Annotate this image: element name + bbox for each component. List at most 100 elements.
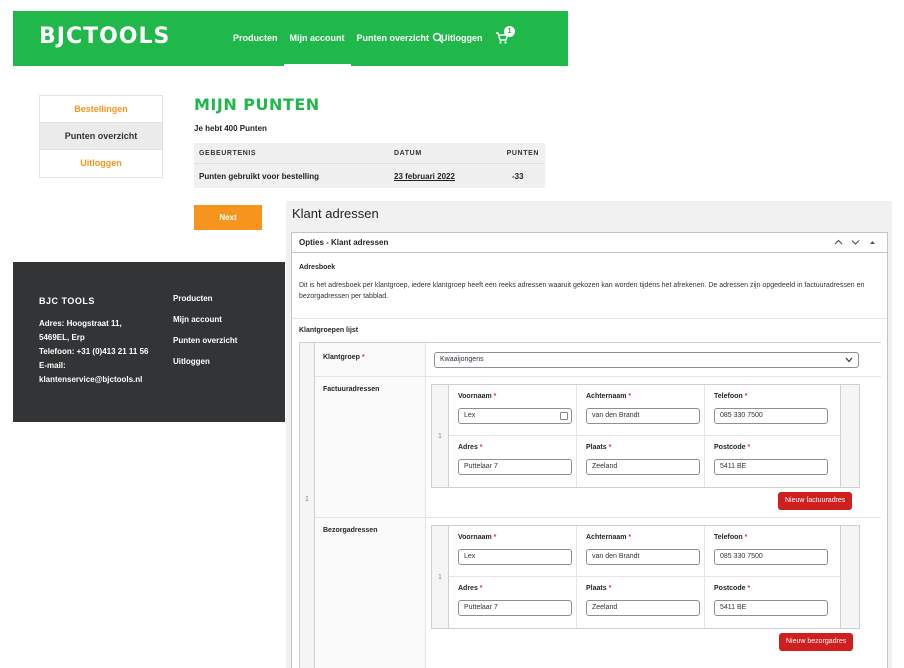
bezorg-telefoon-cell: Telefoon * 085 330 7500 (705, 526, 842, 577)
admin-page-title: Klant adressen (292, 206, 379, 221)
bezorg-achternaam-input[interactable]: van den Brandt (586, 549, 700, 565)
footer-email-label: E-mail: (39, 361, 66, 370)
cart-count-badge: 1 (504, 26, 515, 37)
bezorgadressen-label: Bezorgadressen (323, 527, 378, 534)
bezorg-row-index: 1 (438, 574, 442, 581)
bezorg-plaats-input[interactable]: Zeeland (586, 600, 700, 616)
required-marker: * (744, 534, 748, 541)
repeater-row-handle[interactable]: 1 (300, 343, 315, 668)
points-balance: Je hebt 400 Punten (194, 124, 267, 133)
footer-phone: Telefoon: +31 (0)413 21 11 56 (39, 347, 149, 356)
factuur-voornaam-cell: Voornaam * Lex (449, 385, 577, 436)
factuur-telefoon-input[interactable]: 085 330 7500 (714, 408, 828, 424)
chevron-down-icon[interactable] (851, 237, 860, 247)
footer-link-punten-overzicht[interactable]: Punten overzicht (173, 336, 237, 357)
options-postbox: Opties - Klant adressen Adresboek Dit is… (291, 232, 888, 668)
site-logo[interactable]: BJCTOOLS (39, 24, 170, 49)
field-label: Postcode * (714, 444, 750, 451)
field-label-text: Achternaam (586, 534, 627, 541)
field-label: Plaats * (586, 585, 611, 592)
factuur-postcode-cell: Postcode * 5411 BE (705, 436, 842, 487)
account-menu-punten-overzicht[interactable]: Punten overzicht (40, 123, 162, 150)
col-gebeurtenis: GEBEURTENIS (199, 149, 257, 157)
required-marker: * (608, 444, 612, 451)
autofill-icon[interactable] (560, 412, 568, 420)
required-marker: * (493, 393, 497, 400)
factuuradressen-repeater: 1 Voornaam * Lex Achternaam * van den Br… (431, 384, 860, 488)
postbox-controls (834, 237, 877, 247)
row-date: 23 februari 2022 (394, 172, 502, 181)
table-header: GEBEURTENIS DATUM PUNTEN (194, 143, 545, 164)
factuur-adres-cell: Adres * Puttelaar 7 (449, 436, 577, 487)
factuuradressen-label: Factuuradressen (323, 386, 380, 393)
field-label-text: Adres (458, 444, 478, 451)
factuur-plaats-input[interactable]: Zeeland (586, 459, 700, 475)
required-marker: * (479, 444, 483, 451)
bezorg-postcode-input[interactable]: 5411 BE (714, 600, 828, 616)
bezorg-voornaam-cell: Voornaam * Lex (449, 526, 577, 577)
factuur-adres-input[interactable]: Puttelaar 7 (458, 459, 572, 475)
footer-link-producten[interactable]: Producten (173, 294, 237, 315)
field-label: Postcode * (714, 585, 750, 592)
field-label-text: Telefoon (714, 534, 743, 541)
field-label-text: Voornaam (458, 393, 492, 400)
col-punten: PUNTEN (506, 149, 539, 157)
bezorg-postcode-cell: Postcode * 5411 BE (705, 577, 842, 628)
bezorg-plaats-cell: Plaats * Zeeland (577, 577, 705, 628)
required-marker: * (479, 585, 483, 592)
bezorgadressen-repeater: 1 Voornaam * Lex Achternaam * van den Br… (431, 525, 860, 629)
page-title: MIJN PUNTEN (194, 95, 320, 114)
field-label-text: Postcode (714, 444, 746, 451)
factuur-row-index: 1 (438, 433, 442, 440)
footer-link-uitloggen[interactable]: Uitloggen (173, 357, 237, 378)
factuur-plaats-cell: Plaats * Zeeland (577, 436, 705, 487)
section-description: Dit is het adresboek per klantgroep, ied… (299, 282, 865, 300)
factuur-voornaam-input[interactable]: Lex (458, 408, 572, 424)
search-icon[interactable] (432, 32, 444, 44)
nav-producten[interactable]: Producten (227, 11, 284, 66)
factuur-row-handle[interactable]: 1 (432, 385, 448, 487)
new-factuuradres-button[interactable]: Nieuw factuuradres (778, 492, 853, 510)
field-label-text: Achternaam (586, 393, 627, 400)
row-points: -33 (512, 171, 524, 181)
footer-contact: Adres: Hoogstraat 11, 5469EL, Erp Telefo… (39, 317, 179, 387)
required-marker: * (608, 585, 612, 592)
repeater-row-body: Klantgroep * Kwaaijongens Factuuradresse… (315, 343, 881, 668)
nav-punten-overzicht[interactable]: Punten overzicht (351, 11, 436, 66)
required-marker: * (747, 585, 751, 592)
bezorg-achternaam-cell: Achternaam * van den Brandt (577, 526, 705, 577)
section-title-adresboek: Adresboek (299, 264, 336, 271)
field-label-text: Adres (458, 585, 478, 592)
account-menu-uitloggen[interactable]: Uitloggen (40, 150, 162, 177)
chevron-up-icon[interactable] (834, 237, 843, 247)
field-label: Voornaam * (458, 534, 496, 541)
bezorg-adres-cell: Adres * Puttelaar 7 (449, 577, 577, 628)
field-label-text: Postcode (714, 585, 746, 592)
col-datum: DATUM (394, 149, 422, 157)
admin-panel: Klant adressen Opties - Klant adressen A… (286, 201, 892, 668)
factuur-achternaam-input[interactable]: van den Brandt (586, 408, 700, 424)
divider (292, 318, 887, 319)
bezorg-voornaam-input[interactable]: Lex (458, 549, 572, 565)
footer-address-1: Adres: Hoogstraat 11, (39, 319, 122, 328)
collapse-triangle-icon[interactable] (868, 237, 877, 247)
field-label: Telefoon * (714, 534, 747, 541)
footer-email[interactable]: klantenservice@bjctools.nl (39, 373, 179, 387)
bezorg-row-handle[interactable]: 1 (432, 526, 448, 628)
new-bezorgadres-button[interactable]: Nieuw bezorgadres (779, 633, 854, 651)
next-button[interactable]: Next (194, 205, 262, 230)
footer-link-mijn-account[interactable]: Mijn account (173, 315, 237, 336)
field-label: Achternaam * (586, 393, 631, 400)
bezorg-adres-input[interactable]: Puttelaar 7 (458, 600, 572, 616)
nav-mijn-account[interactable]: Mijn account (283, 11, 351, 66)
divider (315, 376, 881, 377)
account-menu-bestellingen[interactable]: Bestellingen (40, 96, 162, 123)
field-label: Adres * (458, 444, 483, 451)
bezorg-telefoon-input[interactable]: 085 330 7500 (714, 549, 828, 565)
factuur-achternaam-cell: Achternaam * van den Brandt (577, 385, 705, 436)
repeater-row-index: 1 (305, 496, 309, 503)
klantgroep-select[interactable]: Kwaaijongens (434, 352, 859, 368)
factuur-postcode-input[interactable]: 5411 BE (714, 459, 828, 475)
main-nav: Producten Mijn account Punten overzicht … (227, 11, 489, 66)
input-value: Lex (464, 412, 476, 419)
